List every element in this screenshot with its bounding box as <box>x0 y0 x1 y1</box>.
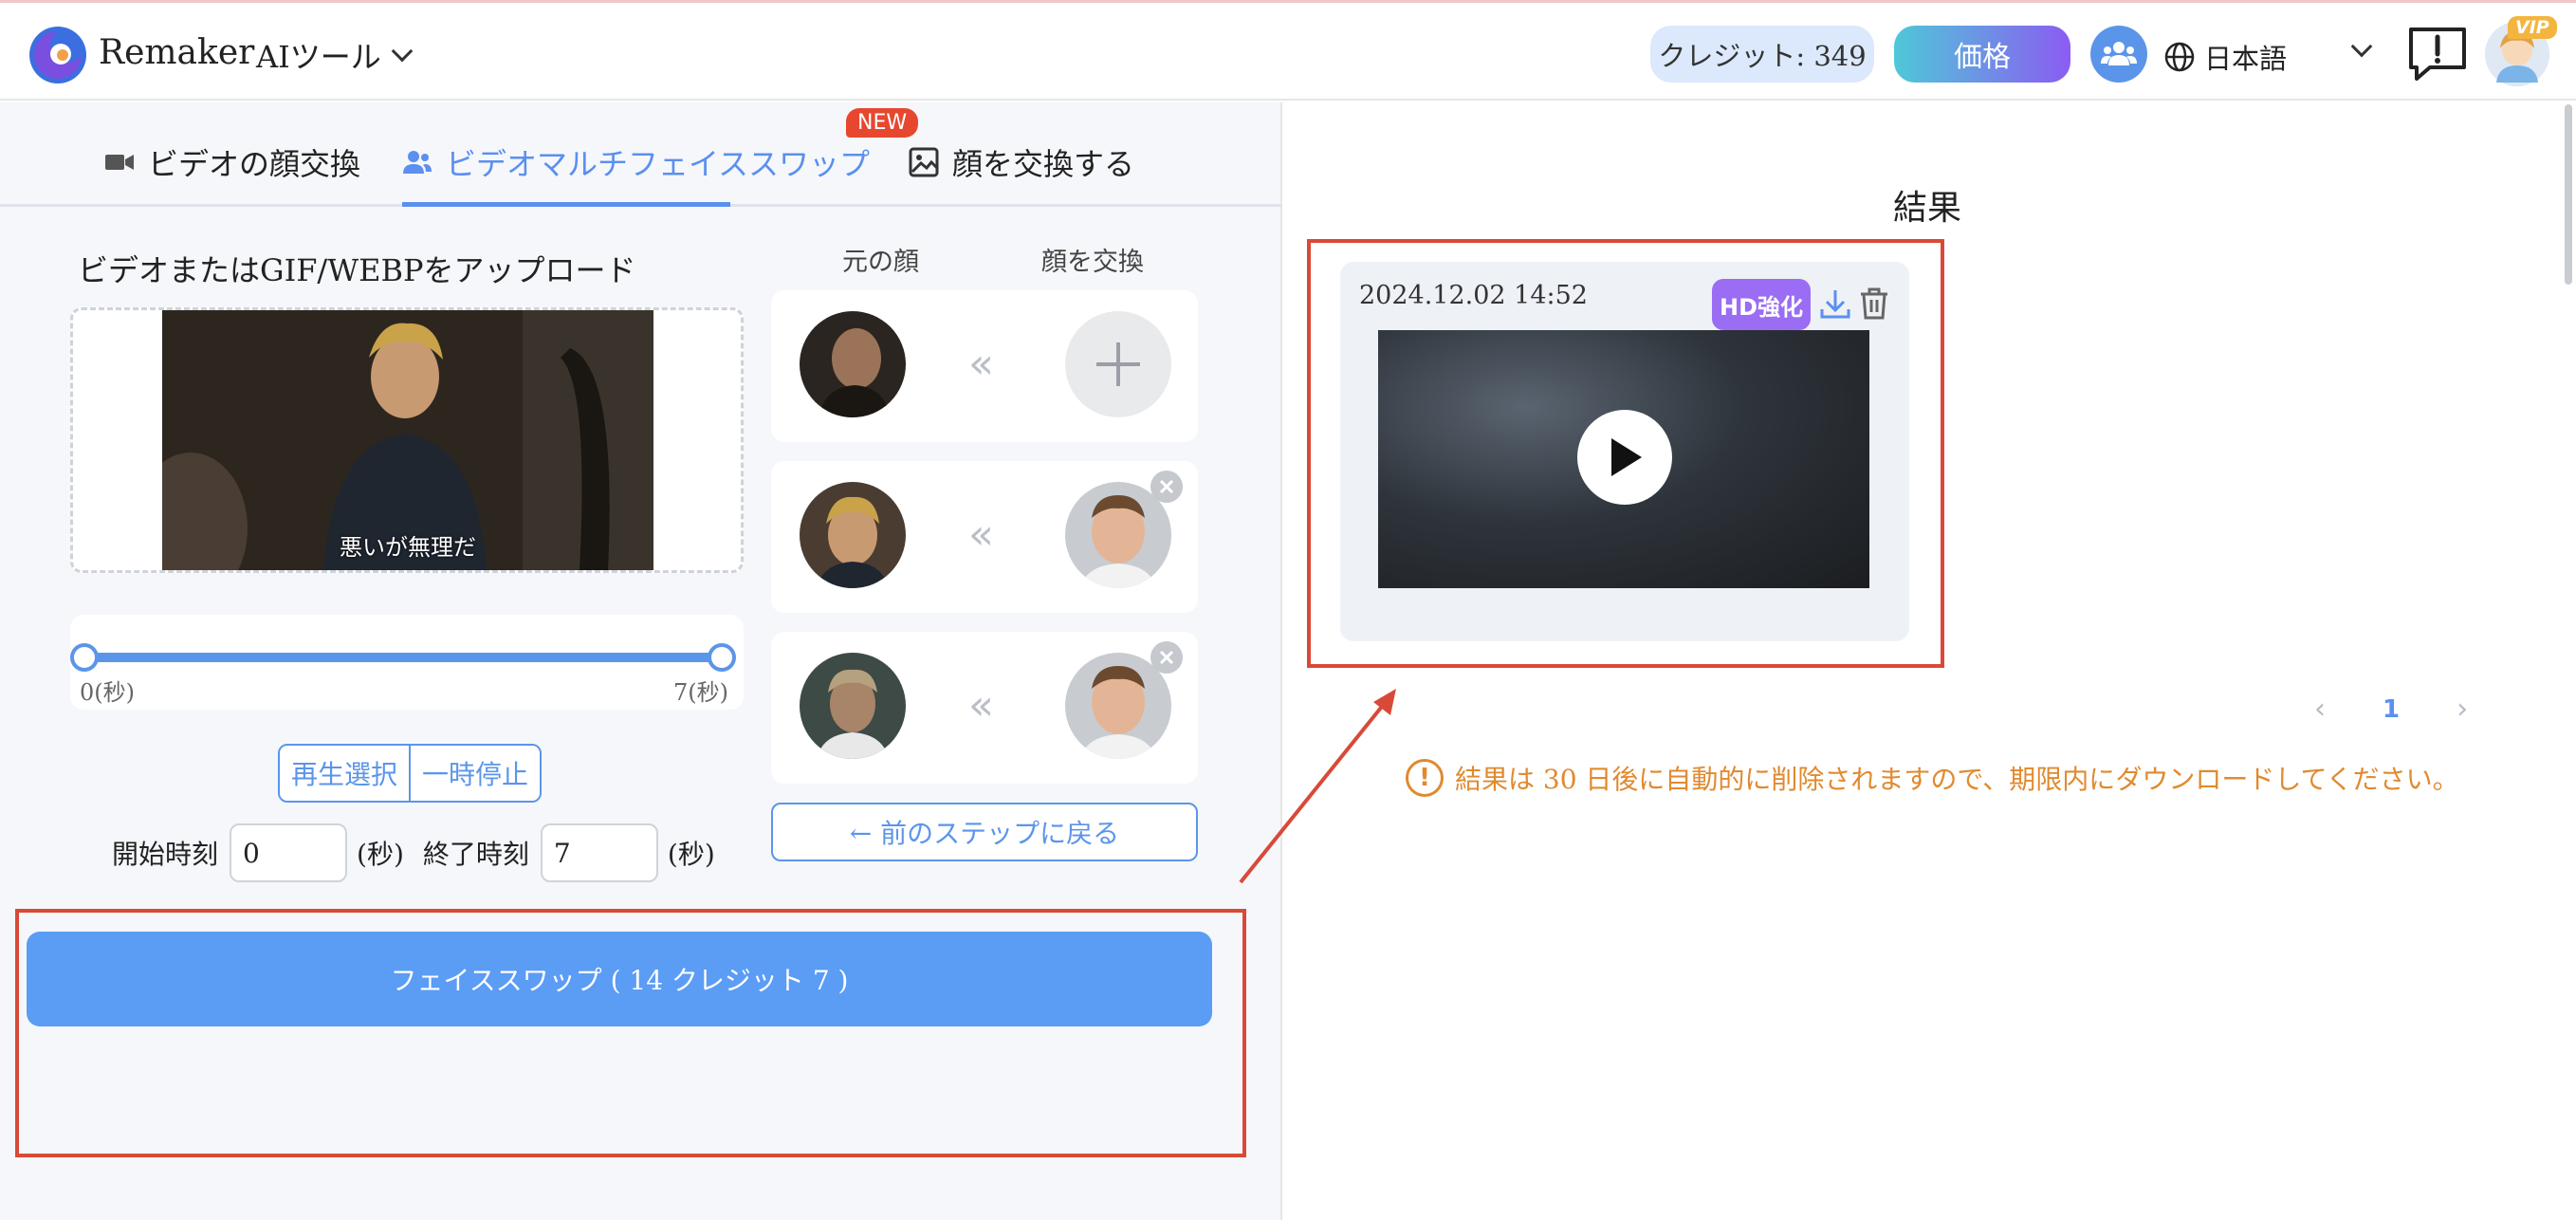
tab-video-multi-face-swap[interactable]: ビデオマルチフェイススワップ <box>402 140 870 184</box>
target-face-header: 顔を交換 <box>1041 248 1144 277</box>
slider-start-label: 0(秒) <box>80 679 135 706</box>
users-icon <box>2101 42 2137 65</box>
ai-tools-label: AIツール <box>256 39 381 75</box>
language-label: 日本語 <box>2204 43 2288 75</box>
time-inputs-row: 開始時刻 (秒) 終了時刻 (秒) <box>112 823 715 882</box>
start-time-unit: (秒) <box>357 839 404 870</box>
video-upload-area[interactable]: 悪いが無理だ <box>70 307 744 573</box>
globe-icon <box>2164 42 2195 72</box>
add-target-face-button[interactable] <box>1065 311 1171 417</box>
uploaded-video-preview[interactable]: 悪いが無理だ <box>162 310 653 570</box>
slider-end-label: 7(秒) <box>673 679 728 706</box>
tab-label: ビデオマルチフェイススワップ <box>446 146 871 182</box>
close-icon <box>1159 650 1174 665</box>
vip-badge: VIP <box>2508 16 2557 39</box>
slider-start-handle[interactable] <box>70 643 99 672</box>
download-icon[interactable] <box>1818 287 1852 321</box>
page: Remaker AIツール クレジット: 349 価格 日本語 VIP ビデオの… <box>0 0 2576 1220</box>
close-icon <box>1159 479 1174 494</box>
language-chevron-down-icon[interactable] <box>2350 35 2373 58</box>
remove-face-button[interactable] <box>1150 471 1183 503</box>
tab-video-face-swap[interactable]: ビデオの顔交換 <box>104 140 360 184</box>
start-time-label: 開始時刻 <box>112 839 219 870</box>
users-icon <box>403 151 432 174</box>
source-face-thumbnail[interactable] <box>800 653 906 759</box>
trash-icon[interactable] <box>1858 287 1890 321</box>
new-badge: NEW <box>846 108 919 138</box>
prev-page-icon[interactable]: ‹ <box>2314 693 2326 726</box>
upload-title: ビデオまたはGIF/WEBPをアップロード <box>78 252 636 288</box>
tab-face-swap-image[interactable]: 顔を交換する <box>909 140 1134 184</box>
remaker-logo-icon[interactable] <box>28 26 87 84</box>
scrollbar[interactable] <box>2565 104 2572 285</box>
language-selector[interactable]: 日本語 <box>2164 37 2287 77</box>
image-icon <box>909 147 939 177</box>
current-page[interactable]: 1 <box>2383 695 2400 724</box>
time-range-slider: 0(秒) 7(秒) <box>70 615 744 710</box>
remove-face-button[interactable] <box>1150 641 1183 674</box>
deletion-notice: ! 結果は 30 日後に自動的に削除されますので、期限内にダウンロードしてくださ… <box>1406 759 2459 797</box>
brand-name[interactable]: Remaker <box>99 33 254 72</box>
top-header: Remaker AIツール クレジット: 349 価格 日本語 VIP <box>0 0 2576 101</box>
tab-label: ビデオの顔交換 <box>148 146 361 182</box>
start-time-input[interactable] <box>230 823 348 882</box>
playback-controls: 再生選択 一時停止 <box>278 744 543 803</box>
credits-badge[interactable]: クレジット: 349 <box>1650 26 1874 83</box>
credits-label: クレジット: 349 <box>1658 40 1867 72</box>
video-subtitle: 悪いが無理だ <box>340 534 476 561</box>
play-button[interactable] <box>1577 410 1672 505</box>
source-face-thumbnail[interactable] <box>800 482 906 588</box>
back-step-button[interactable]: ← 前のステップに戻る <box>771 803 1198 861</box>
slider-track[interactable] <box>83 653 728 662</box>
community-button[interactable] <box>2090 26 2147 83</box>
replay-selection-button[interactable]: 再生選択 <box>280 746 410 801</box>
face-photo <box>800 653 906 759</box>
pagination: ‹ 1 › <box>2314 693 2468 726</box>
annotation-arrow-icon <box>1239 689 1396 884</box>
active-tab-indicator <box>402 202 730 207</box>
swap-direction-icon: « <box>968 510 994 559</box>
play-icon <box>1611 438 1642 476</box>
result-title: 結果 <box>1893 189 1962 228</box>
next-page-icon[interactable]: › <box>2456 693 2468 726</box>
warning-icon: ! <box>1406 759 1444 797</box>
face-swap-button[interactable]: フェイススワップ ( 14 クレジット 7 ) <box>27 932 1212 1026</box>
chevron-down-icon <box>391 40 414 63</box>
pause-button[interactable]: 一時停止 <box>409 746 541 801</box>
source-face-header: 元の顔 <box>842 248 919 277</box>
face-photo <box>800 482 906 588</box>
swap-direction-icon: « <box>968 681 994 730</box>
result-video-player[interactable] <box>1378 330 1869 588</box>
face-pair-row: « <box>771 632 1198 784</box>
video-camera-icon <box>105 155 134 170</box>
tab-label: 顔を交換する <box>952 146 1135 182</box>
result-date: 2024.12.02 14:52 <box>1359 281 1588 310</box>
slider-end-handle[interactable] <box>708 643 736 672</box>
ai-tools-menu[interactable]: AIツール <box>256 33 414 77</box>
end-time-unit: (秒) <box>667 839 715 870</box>
end-time-input[interactable] <box>540 823 658 882</box>
end-time-label: 終了時刻 <box>422 839 529 870</box>
face-pair-row: « <box>771 290 1198 442</box>
price-label: 価格 <box>1954 41 2011 74</box>
hd-enhance-button[interactable]: HD強化 <box>1712 279 1811 330</box>
deletion-notice-text: 結果は 30 日後に自動的に削除されますので、期限内にダウンロードしてください。 <box>1455 764 2459 795</box>
swap-direction-icon: « <box>968 340 994 388</box>
face-photo <box>800 311 906 417</box>
plus-icon <box>1096 342 1140 386</box>
source-face-thumbnail[interactable] <box>800 311 906 417</box>
price-button[interactable]: 価格 <box>1894 26 2070 83</box>
mode-tabs: ビデオの顔交換 ビデオマルチフェイススワップ 顔を交換する NEW <box>0 102 1282 207</box>
left-panel: ビデオの顔交換 ビデオマルチフェイススワップ 顔を交換する NEW ビデオまたは… <box>0 102 1282 1220</box>
feedback-icon[interactable] <box>2407 26 2468 83</box>
result-card: 2024.12.02 14:52 HD強化 <box>1340 262 1909 641</box>
face-pair-row: « <box>771 461 1198 613</box>
